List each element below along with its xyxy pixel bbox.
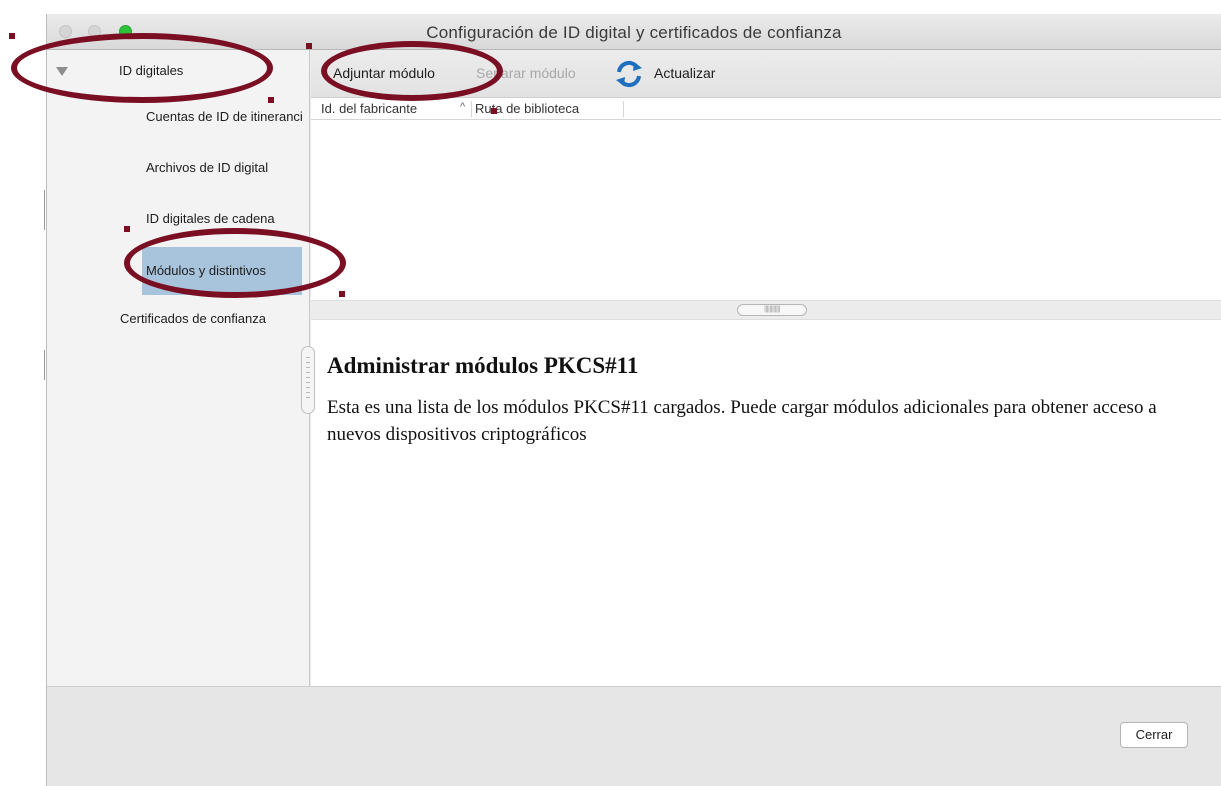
dialog-footer: Cerrar	[47, 686, 1221, 786]
description-body: Esta es una lista de los módulos PKCS#11…	[327, 397, 1157, 445]
sort-arrow-icon: ^	[460, 101, 466, 113]
edge-mark	[44, 190, 45, 230]
annotation-marker	[268, 97, 274, 103]
table-header: Id. del fabricante ^ Ruta de biblioteca	[311, 98, 1221, 120]
description-heading: Administrar módulos PKCS#11	[327, 353, 639, 378]
column-divider[interactable]	[623, 101, 624, 117]
edge-mark	[44, 350, 45, 380]
sidebar-tree: ID digitales Cuentas de ID de itineranci…	[47, 50, 310, 686]
dialog-window: Configuración de ID digital y certificad…	[46, 14, 1221, 786]
annotation-ellipse-adjuntar	[321, 41, 503, 101]
splitter-handle-icon[interactable]: ||||||||||||	[737, 304, 807, 316]
annotation-ellipse-id-digitales	[11, 33, 273, 103]
annotation-marker	[306, 43, 312, 49]
sidebar-item-archivos-id[interactable]: Archivos de ID digital	[146, 157, 302, 179]
column-header-ruta[interactable]: Ruta de biblioteca	[475, 101, 625, 116]
sidebar-item-id-cadena[interactable]: ID digitales de cadena	[146, 208, 302, 230]
column-header-fabricante[interactable]: Id. del fabricante	[321, 101, 459, 116]
annotation-marker	[491, 108, 497, 114]
sidebar-item-certificados[interactable]: Certificados de confianza	[120, 308, 306, 330]
vertical-splitter-handle-icon[interactable]	[301, 346, 315, 414]
column-divider[interactable]	[471, 101, 472, 117]
annotation-marker	[339, 291, 345, 297]
refresh-icon[interactable]	[614, 59, 644, 89]
annotation-marker	[9, 33, 15, 39]
main-panel: Adjuntar módulo Separar módulo Actualiza…	[311, 50, 1221, 686]
sidebar-item-cuentas-itinerancia[interactable]: Cuentas de ID de itinerancia	[146, 106, 302, 128]
refresh-button[interactable]: Actualizar	[654, 65, 715, 81]
annotation-marker	[124, 226, 130, 232]
annotation-ellipse-modulos	[124, 228, 346, 298]
close-button[interactable]: Cerrar	[1120, 722, 1188, 748]
horizontal-splitter[interactable]: ||||||||||||	[311, 300, 1221, 320]
